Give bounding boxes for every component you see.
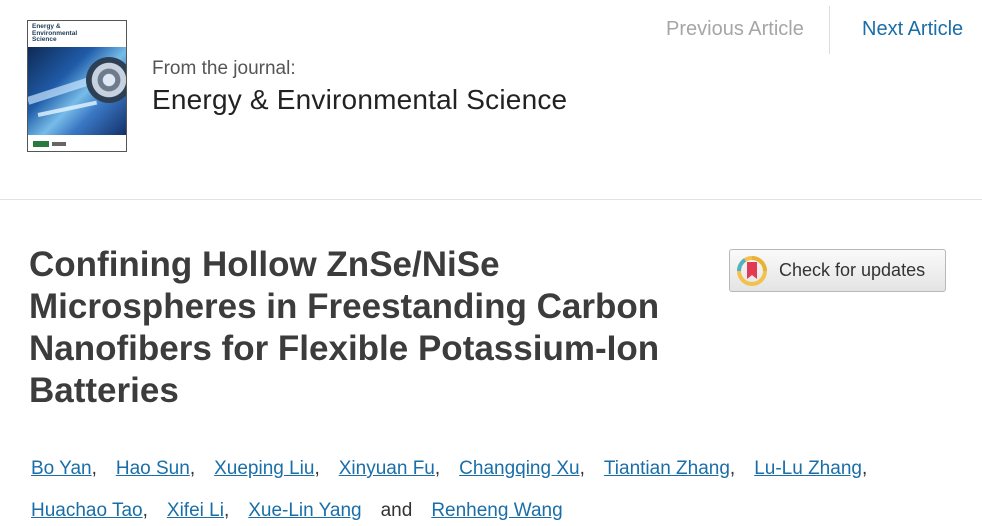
nav-divider: [829, 6, 830, 54]
article-title: Confining Hollow ZnSe/NiSe Microspheres …: [29, 245, 660, 410]
next-article-link[interactable]: Next Article: [862, 18, 963, 41]
check-for-updates-button[interactable]: Check for updates: [729, 249, 946, 292]
author-list: Bo Yan, Hao Sun, Xueping Liu, Xinyuan Fu…: [31, 448, 961, 526]
author-link[interactable]: Changqing Xu: [459, 458, 579, 479]
author-separator: ,: [434, 458, 441, 479]
author-separator: ,: [223, 500, 230, 521]
author-link[interactable]: Xifei Li: [167, 500, 224, 521]
author-separator: ,: [861, 458, 868, 479]
author-link[interactable]: Renheng Wang: [431, 500, 562, 521]
crossmark-icon: [736, 255, 767, 286]
author-separator: ,: [189, 458, 196, 479]
cover-title: Energy & Environmental Science: [32, 23, 78, 43]
cover-publisher-logo: [28, 135, 126, 151]
author-separator: ,: [91, 458, 97, 479]
author-link[interactable]: Xue-Lin Yang: [248, 500, 361, 521]
journal-cover-image[interactable]: Energy & Environmental Science: [27, 20, 127, 152]
author-link[interactable]: Hao Sun: [116, 458, 190, 479]
author-separator: ,: [142, 500, 148, 521]
cover-art: [28, 47, 126, 135]
author-link[interactable]: Xinyuan Fu: [339, 458, 435, 479]
author-link[interactable]: Lu-Lu Zhang: [754, 458, 862, 479]
author-link[interactable]: Bo Yan: [31, 458, 92, 479]
author-conjunction: and: [380, 500, 413, 521]
author-link[interactable]: Tiantian Zhang: [604, 458, 730, 479]
author-link[interactable]: Huachao Tao: [31, 500, 143, 521]
previous-article-link[interactable]: Previous Article: [666, 18, 804, 41]
author-separator: ,: [314, 458, 320, 479]
journal-name[interactable]: Energy & Environmental Science: [152, 84, 567, 116]
author-separator: ,: [579, 458, 585, 479]
author-link[interactable]: Xueping Liu: [214, 458, 314, 479]
from-journal-label: From the journal:: [152, 58, 296, 79]
check-for-updates-label: Check for updates: [779, 260, 926, 280]
journal-header: Energy & Environmental Science From the …: [0, 0, 982, 200]
author-separator: ,: [729, 458, 736, 479]
